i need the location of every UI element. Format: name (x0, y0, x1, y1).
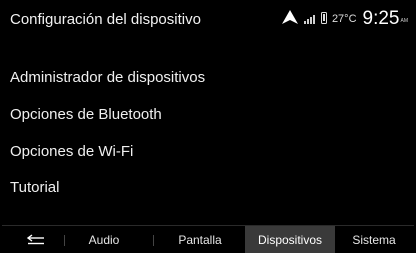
temperature: 27°C (331, 13, 357, 25)
navigation-arrow-icon (281, 10, 298, 24)
status-bar: 27°C 9:25 AM (281, 6, 409, 29)
menu-item-device-manager[interactable]: Administrador de dispositivos (2, 60, 414, 96)
back-button[interactable] (8, 226, 64, 253)
tab-audio[interactable]: Audio (66, 226, 142, 253)
header-bar: Configuración del dispositivo 27°C 9:25 … (2, 0, 414, 42)
menu-item-bluetooth-options[interactable]: Opciones de Bluetooth (2, 97, 414, 133)
device-settings-screen: Configuración del dispositivo 27°C 9:25 … (2, 0, 414, 253)
tab-sistema[interactable]: Sistema (338, 226, 410, 253)
menu-item-tutorial[interactable]: Tutorial (2, 170, 414, 206)
signal-bars-icon (303, 15, 315, 24)
tab-divider (153, 235, 154, 246)
tab-pantalla[interactable]: Pantalla (160, 226, 240, 253)
back-arrow-icon (26, 234, 44, 245)
menu-item-wifi-options[interactable]: Opciones de Wi-Fi (2, 134, 414, 170)
page-title: Configuración del dispositivo (10, 11, 201, 28)
clock-ampm: AM (400, 18, 409, 24)
phone-icon (320, 12, 327, 24)
tab-dispositivos[interactable]: Dispositivos (245, 226, 335, 253)
tab-divider (64, 235, 65, 246)
bottom-tab-bar: Audio Pantalla Dispositivos Sistema (2, 225, 414, 253)
clock-time: 9:25 (362, 8, 400, 29)
